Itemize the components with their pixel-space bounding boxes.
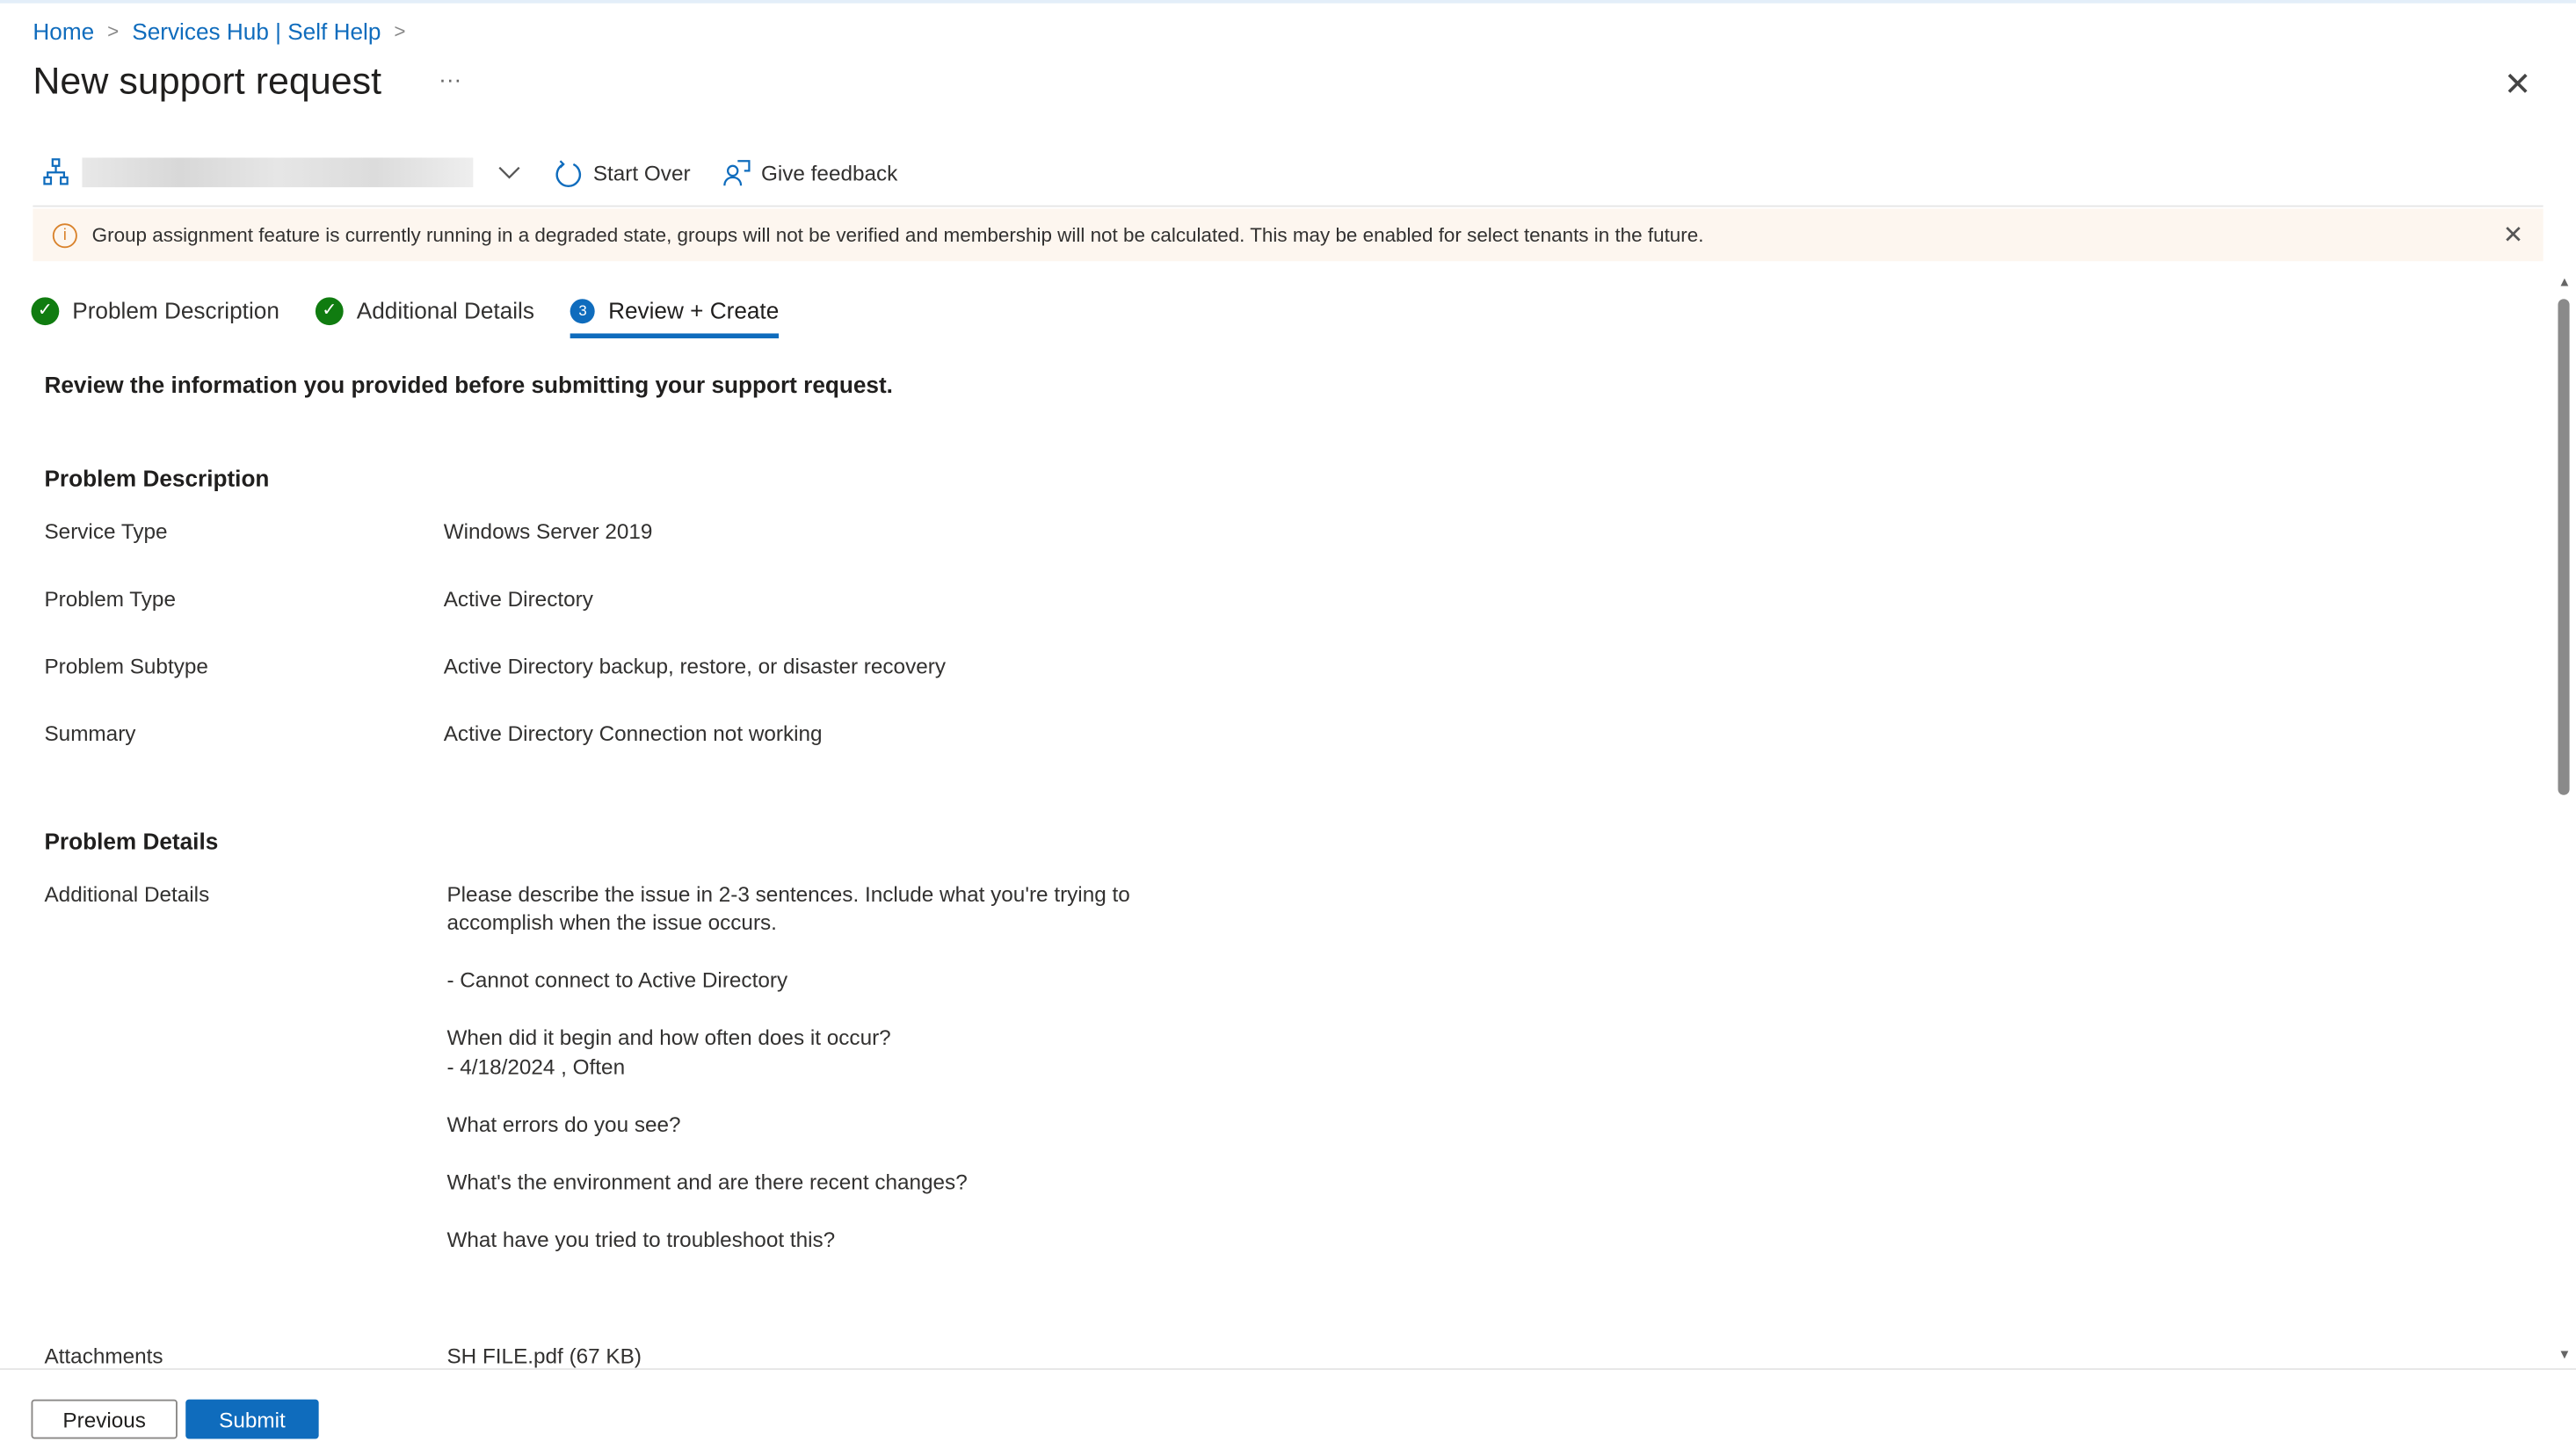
- details-line: Please describe the issue in 2-3 sentenc…: [446, 881, 1130, 907]
- step-label: Additional Details: [356, 297, 534, 324]
- value-problem-subtype: Active Directory backup, restore, or dis…: [443, 653, 946, 679]
- scroll-up-icon[interactable]: ▲: [2558, 274, 2572, 289]
- checkmark-icon: ✓: [316, 296, 344, 325]
- more-options-button[interactable]: ···: [439, 66, 461, 92]
- label-problem-subtype: Problem Subtype: [44, 653, 208, 679]
- scroll-down-icon[interactable]: ▼: [2558, 1347, 2572, 1362]
- refresh-icon: [555, 159, 582, 187]
- new-support-request-page: Home > Services Hub | Self Help > New su…: [0, 0, 2576, 1455]
- warning-banner: i Group assignment feature is currently …: [33, 208, 2543, 262]
- label-attachments: Attachments: [44, 1344, 163, 1369]
- give-feedback-button[interactable]: Give feedback: [723, 158, 897, 186]
- details-line: What errors do you see?: [446, 1112, 681, 1137]
- value-problem-type: Active Directory: [443, 586, 593, 612]
- scrollbar-thumb[interactable]: [2558, 299, 2570, 795]
- breadcrumb-services-hub[interactable]: Services Hub | Self Help: [132, 18, 381, 45]
- hierarchy-icon: [43, 158, 69, 185]
- dismiss-banner-button[interactable]: ✕: [2503, 220, 2524, 250]
- label-summary: Summary: [44, 721, 136, 746]
- submit-button[interactable]: Submit: [185, 1399, 319, 1439]
- details-line: - Cannot connect to Active Directory: [446, 967, 788, 993]
- tab-problem-description[interactable]: ✓ Problem Description: [31, 287, 279, 333]
- intro-text: Review the information you provided befo…: [44, 371, 893, 398]
- details-line: accomplish when the issue occurs.: [446, 909, 777, 935]
- chevron-down-icon[interactable]: [497, 159, 523, 185]
- chevron-right-icon: >: [394, 19, 406, 43]
- breadcrumb: Home > Services Hub | Self Help >: [33, 18, 405, 45]
- details-line: When did it begin and how often does it …: [446, 1025, 891, 1050]
- give-feedback-label: Give feedback: [760, 160, 898, 185]
- details-line: - 4/18/2024 , Often: [446, 1054, 626, 1080]
- section-heading-problem-description: Problem Description: [44, 465, 270, 491]
- value-summary: Active Directory Connection not working: [443, 721, 823, 746]
- page-title: New support request: [33, 59, 382, 102]
- footer-divider: [0, 1368, 2576, 1370]
- details-line: What's the environment and are there rec…: [446, 1169, 968, 1194]
- wizard-steps: ✓ Problem Description ✓ Additional Details…: [31, 287, 780, 339]
- previous-button[interactable]: Previous: [31, 1399, 178, 1439]
- start-over-label: Start Over: [592, 160, 691, 185]
- breadcrumb-home[interactable]: Home: [33, 18, 94, 45]
- close-button[interactable]: ✕: [2504, 64, 2531, 105]
- step-label: Review + Create: [608, 297, 780, 324]
- label-problem-type: Problem Type: [44, 586, 176, 612]
- divider: [33, 205, 2543, 207]
- details-line: What have you tried to troubleshoot this…: [446, 1227, 836, 1252]
- step-label: Problem Description: [72, 297, 279, 324]
- banner-text: Group assignment feature is currently ru…: [91, 223, 1704, 247]
- label-service-type: Service Type: [44, 518, 168, 544]
- start-over-button[interactable]: Start Over: [555, 158, 691, 187]
- feedback-icon: [723, 159, 751, 185]
- value-service-type: Windows Server 2019: [443, 518, 653, 544]
- chevron-right-icon: >: [107, 19, 120, 43]
- tab-additional-details[interactable]: ✓ Additional Details: [316, 287, 534, 333]
- step-number-icon: 3: [570, 298, 596, 323]
- tab-review-create[interactable]: 3 Review + Create: [570, 287, 780, 339]
- scope-selector[interactable]: [82, 157, 474, 188]
- info-icon: i: [52, 222, 77, 248]
- section-heading-problem-details: Problem Details: [44, 828, 219, 855]
- attachment-file[interactable]: SH FILE.pdf (67 KB): [446, 1342, 642, 1371]
- toolbar: Start Over Give feedback: [43, 157, 897, 188]
- label-additional-details: Additional Details: [44, 881, 210, 907]
- checkmark-icon: ✓: [31, 296, 60, 325]
